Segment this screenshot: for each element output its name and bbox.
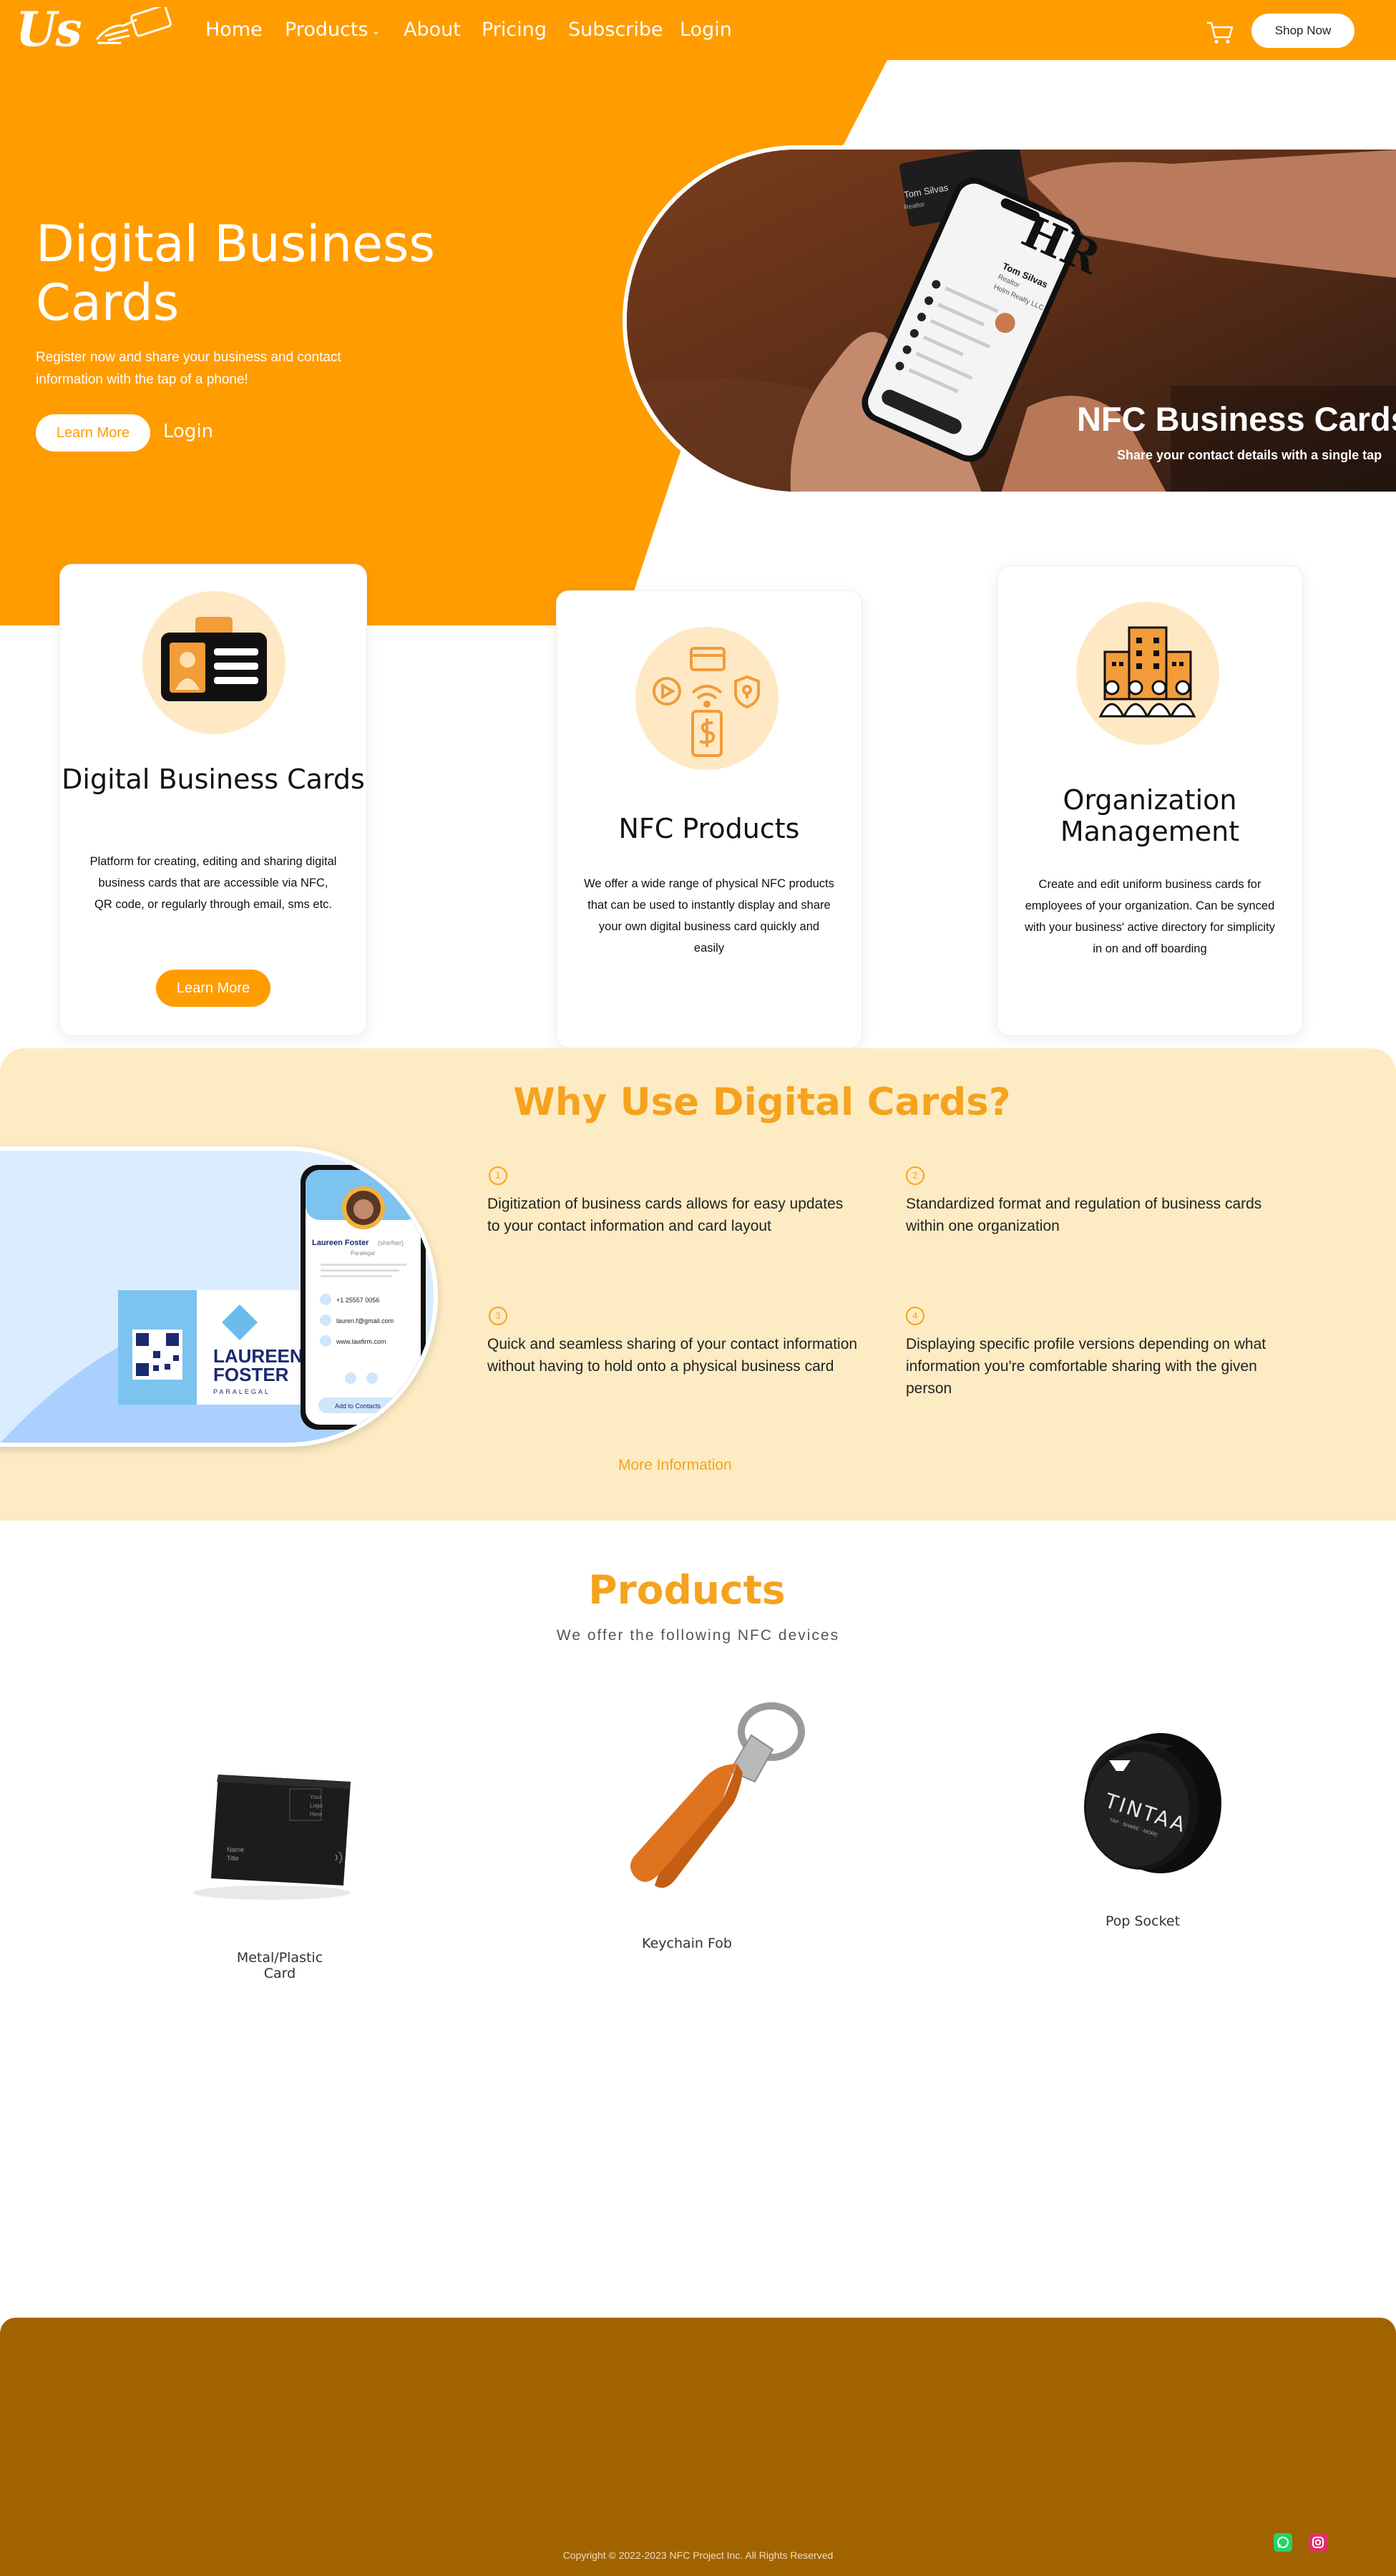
hero-photo-subcaption: Share your contact details with a single… (1117, 448, 1382, 462)
why-item-number: 3 (489, 1307, 507, 1325)
nav-products-label: Products (285, 19, 368, 41)
hero-photo: Tom Silvas Realtor HR Tom Silvas Realtor… (623, 145, 1396, 496)
footer (0, 2318, 1396, 2576)
feature-description: We offer a wide range of physical NFC pr… (584, 877, 834, 955)
nav-about[interactable]: About (404, 19, 461, 41)
logo-hand-card-icon (96, 7, 172, 44)
why-title: Why Use Digital Cards? (513, 1080, 1011, 1124)
why-illustration: LAUREEN FOSTER PARALEGAL Laureen Foster … (0, 1146, 438, 1447)
product-label-line: Card (263, 1966, 296, 1981)
why-item-number: 1 (489, 1166, 507, 1185)
products-subtitle: We offer the following NFC devices (556, 1627, 840, 1644)
feature-card-organization: Organization Management Create and edit … (997, 565, 1303, 1036)
id-badge-icon (161, 617, 267, 701)
copyright-text: Copyright © 2022-2023 NFC Project Inc. A… (562, 2550, 834, 2561)
shop-now-button[interactable]: Shop Now (1251, 14, 1354, 48)
why-item-text: Digitization of business cards allows fo… (487, 1196, 844, 1234)
product-popsocket-label[interactable]: Pop Socket (1071, 1913, 1214, 1929)
nav-login[interactable]: Login (680, 19, 732, 41)
hero-login-link[interactable]: Login (163, 421, 213, 442)
product-card-name: Name (227, 1846, 244, 1853)
nav-subscribe[interactable]: Subscribe (568, 19, 663, 41)
product-card-title: Title (227, 1855, 239, 1862)
product-keychain-image[interactable] (615, 1692, 823, 1900)
logo-text: Us (16, 1, 82, 57)
why-card-last-name: FOSTER (213, 1364, 289, 1385)
why-phone-add-button: Add to Contacts (335, 1402, 381, 1410)
why-item-text: Quick and seamless sharing of your conta… (487, 1336, 858, 1375)
product-keychain-label[interactable]: Keychain Fob (608, 1936, 766, 1951)
why-item-number: 4 (906, 1307, 924, 1325)
product-label-line: Metal/Plastic (236, 1950, 323, 1966)
organization-icon (1098, 626, 1196, 718)
feature-title: NFC Products (618, 813, 800, 844)
why-card-phone-illustration: LAUREEN FOSTER PARALEGAL Laureen Foster … (0, 1151, 434, 1443)
cart-icon[interactable] (1206, 20, 1234, 48)
product-card-logo-text: Logo (310, 1802, 323, 1809)
feature-description: Create and edit uniform business cards f… (1025, 878, 1275, 955)
why-phone-role: Paralegal (351, 1250, 375, 1257)
nav-home[interactable]: Home (205, 19, 263, 41)
why-item-number: 2 (906, 1166, 924, 1185)
hero-learn-more-button[interactable]: Learn More (36, 414, 150, 452)
why-phone-pronoun: (she/her) (378, 1239, 404, 1246)
hero-title: Digital Business Cards (36, 215, 435, 332)
feature-icon-circle (142, 591, 285, 734)
nav-pricing[interactable]: Pricing (482, 19, 547, 41)
products-title: Products (588, 1567, 786, 1613)
site-logo[interactable]: Us (14, 0, 172, 57)
feature-title: Digital Business Cards (62, 763, 365, 795)
why-item-text: Standardized format and regulation of bu… (906, 1196, 1262, 1234)
product-popsocket-image[interactable]: TINTAA TAP · SHARE · MORE (1066, 1717, 1238, 1889)
hero-photo-caption: NFC Business Cards (1077, 400, 1396, 438)
more-information-link[interactable]: More Information (618, 1457, 732, 1474)
feature-card-digital: Digital Business Cards Platform for crea… (59, 564, 367, 1036)
why-card-role: PARALEGAL (213, 1388, 270, 1395)
product-card-logo-text: Here (310, 1811, 323, 1818)
why-phone-name: Laureen Foster (312, 1239, 369, 1247)
product-card-logo-text: Your (310, 1794, 322, 1800)
feature-icon-circle (1076, 602, 1219, 745)
nfc-products-icon (653, 647, 760, 757)
nav-products[interactable]: Products ⌄ (285, 19, 381, 41)
top-nav: Us Home Products ⌄ About Pricing Subscrib… (0, 0, 1396, 60)
why-phone-phone: +1 25557 0056 (336, 1297, 379, 1304)
feature-card-nfc: NFC Products We offer a wide range of ph… (556, 590, 862, 1048)
feature-icon-circle (635, 627, 778, 770)
chevron-down-icon: ⌄ (371, 24, 381, 37)
feature-title: Organization Management (1060, 784, 1240, 847)
why-phone-email: lauren.f@gmail.com (336, 1317, 394, 1324)
product-card-label[interactable]: Metal/Plastic Card (208, 1950, 351, 1981)
hero-phone-illustration: Tom Silvas Realtor HR Tom Silvas Realtor… (627, 150, 1396, 492)
feature-learn-more-button[interactable]: Learn More (156, 970, 270, 1007)
why-phone-web: www.lawfirm.com (336, 1338, 386, 1345)
why-item-text: Displaying specific profile versions dep… (906, 1336, 1266, 1397)
feature-description: Platform for creating, editing and shari… (89, 855, 337, 911)
product-card-image[interactable]: Your Logo Here Name Title (182, 1760, 361, 1911)
hero-subtitle: Register now and share your business and… (36, 350, 341, 387)
